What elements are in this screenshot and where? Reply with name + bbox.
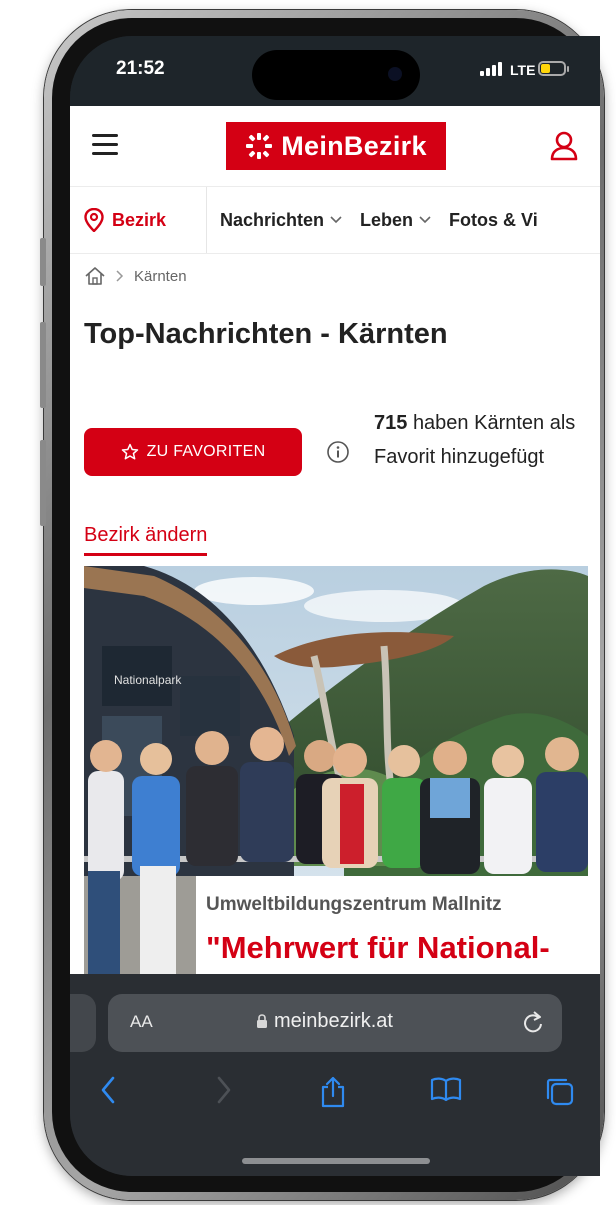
nav-item-fotos-videos[interactable]: Fotos & Vi [449, 210, 538, 231]
svg-text:Nationalpark: Nationalpark [114, 673, 182, 687]
breadcrumb-current[interactable]: Kärnten [134, 268, 187, 285]
favorite-button-label: ZU FAVORITEN [146, 443, 266, 460]
status-bar: 21:52 LTE [70, 36, 600, 106]
signal-icon [480, 62, 502, 76]
user-icon[interactable] [550, 131, 578, 161]
battery-icon [538, 61, 566, 76]
url-text: meinbezirk.at [274, 1010, 393, 1032]
lock-icon [257, 1014, 267, 1028]
add-favorite-button[interactable]: ZU FAVORITEN [84, 428, 302, 476]
safari-bottom-bar: AA meinbezirk.at [70, 974, 600, 1176]
info-icon[interactable] [326, 440, 350, 464]
star-outline-icon [121, 443, 138, 460]
site-logo[interactable]: MeinBezirk [226, 122, 446, 170]
tabs-icon[interactable] [544, 1076, 574, 1106]
battery-cap [567, 66, 569, 72]
favorite-count: 715 [374, 412, 408, 434]
logo-sun-icon [246, 133, 273, 159]
featured-article[interactable]: Nationalpark Umweltbildungszentrum Malln… [84, 566, 588, 1006]
network-type: LTE [510, 62, 536, 78]
status-time: 21:52 [116, 58, 165, 79]
location-pin-icon [84, 208, 104, 232]
district-selector[interactable]: Bezirk [84, 187, 166, 253]
nav-item-leben[interactable]: Leben [360, 210, 431, 231]
site-header: MeinBezirk [70, 106, 600, 186]
chevron-down-icon [330, 216, 342, 224]
forward-icon[interactable] [216, 1076, 232, 1104]
nav-item-nachrichten[interactable]: Nachrichten [220, 210, 342, 231]
logo-text: MeinBezirk [281, 130, 427, 161]
hamburger-icon[interactable] [92, 134, 118, 156]
nav-item-label: Fotos & Vi [449, 209, 538, 230]
home-indicator [242, 1158, 430, 1164]
home-icon[interactable] [84, 266, 106, 286]
favorite-count-text: 715 haben Kärnten als Favorit hinzugefüg… [374, 406, 590, 474]
volume-down-button [40, 440, 46, 526]
previous-tab[interactable] [70, 994, 96, 1052]
back-icon[interactable] [100, 1076, 116, 1104]
district-label: Bezirk [112, 209, 167, 230]
page-title: Top-Nachrichten - Kärnten [84, 318, 448, 350]
chevron-down-icon [419, 216, 431, 224]
share-icon[interactable] [320, 1076, 346, 1108]
text-size-button[interactable]: AA [130, 1012, 153, 1032]
volume-up-button [40, 322, 46, 408]
camera-lens [388, 67, 402, 81]
nav-item-label: Leben [360, 209, 414, 230]
browser-toolbar [70, 1066, 600, 1126]
change-district-link[interactable]: Bezirk ändern [84, 524, 208, 556]
breadcrumb: Kärnten [84, 266, 187, 286]
nav-divider [206, 187, 207, 253]
article-kicker: Umweltbildungszentrum Mallnitz [206, 894, 502, 915]
silent-switch [40, 238, 46, 286]
main-navigation: Bezirk Nachrichten Leben Fotos & Vi [70, 186, 600, 254]
bookmarks-icon[interactable] [430, 1076, 462, 1102]
nav-item-label: Nachrichten [220, 209, 325, 230]
url-display[interactable]: meinbezirk.at [256, 1010, 393, 1033]
chevron-right-icon [116, 270, 124, 282]
web-page: MeinBezirk Bezirk Nachrichten Leben Foto… [70, 106, 600, 1006]
screen: 21:52 LTE MeinBezirk Bezirk Nachrichten … [70, 36, 600, 1176]
nav-menu: Nachrichten Leben Fotos & Vi [220, 187, 556, 253]
reload-icon[interactable] [522, 1010, 544, 1034]
